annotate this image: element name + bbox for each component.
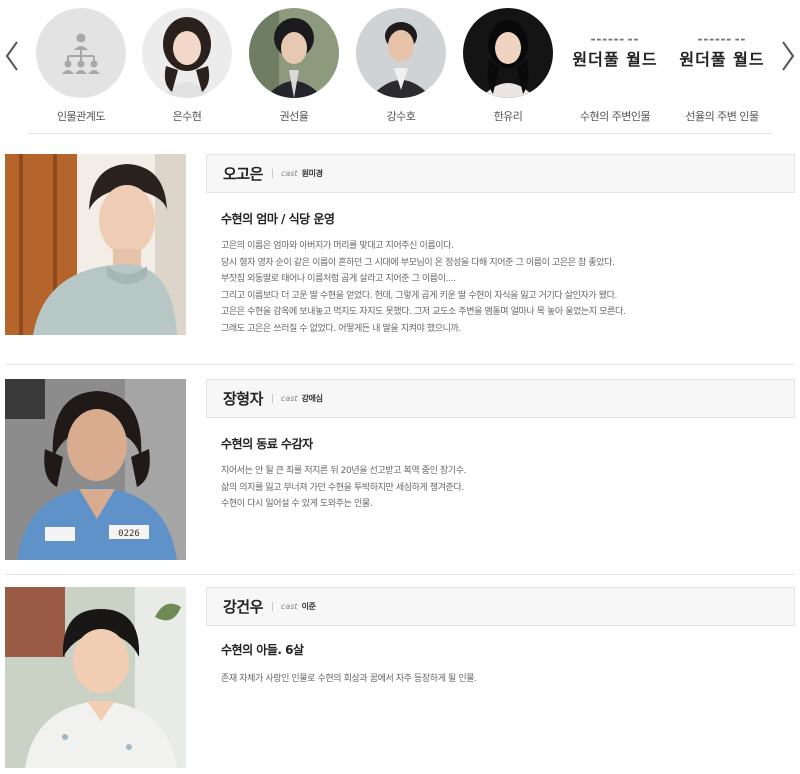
carousel-label: 선율의 주변 인물	[685, 110, 759, 123]
carousel-item-suhyeon-people[interactable]: ▬▬▬▬▬▬ ▬▬ 원더풀 월드 수현의 주변인물	[562, 8, 668, 124]
show-logo: ▬▬▬▬▬▬ ▬▬ 원더풀 월드	[679, 36, 765, 69]
character-role: 수현의 엄마 / 식당 운영	[221, 212, 335, 226]
carousel-label: 수현의 주변인물	[579, 110, 651, 123]
character-description: 고은의 이름은 엄마와 아버지가 머리를 맞대고 지어주신 이름이다. 당시 형…	[221, 241, 626, 334]
character-name: 장형자	[223, 390, 263, 408]
character-carousel: 인물관계도 은수현 권선율 강수호 한유리 ▬▬▬▬▬▬ ▬▬ 원더풀 월드 수…	[0, 0, 800, 135]
character-description: 지어서는 안 될 큰 죄를 저지른 뒤 20년을 선고받고 복역 중인 장기수.…	[221, 466, 467, 509]
separator: |	[270, 168, 274, 179]
avatar	[463, 8, 553, 98]
character-photo: 0226	[5, 379, 186, 560]
character-name-bar: 오고은 | cast 원미경	[206, 154, 795, 193]
divider	[28, 133, 772, 134]
character-photo	[5, 587, 186, 768]
cast-label: cast	[280, 394, 298, 403]
character-name: 강건우	[223, 598, 263, 616]
cast-name: 이준	[301, 602, 316, 611]
avatar	[249, 8, 339, 98]
carousel-item-kang-suho[interactable]: 강수호	[348, 8, 454, 124]
separator: |	[270, 601, 274, 612]
show-logo: ▬▬▬▬▬▬ ▬▬ 원더풀 월드	[572, 36, 658, 69]
cast-name: 강애심	[301, 394, 323, 403]
carousel-item-kwon-seonyul[interactable]: 권선율	[241, 8, 347, 124]
carousel-label: 한유리	[493, 110, 523, 123]
avatar	[142, 8, 232, 98]
carousel-label: 권선율	[279, 110, 309, 123]
separator: |	[270, 393, 274, 404]
character-name: 오고은	[223, 165, 263, 183]
chevron-right-icon[interactable]	[778, 38, 798, 74]
cast-label: cast	[280, 602, 298, 611]
carousel-item-han-yuri[interactable]: 한유리	[455, 8, 561, 124]
carousel-label: 은수현	[172, 110, 202, 123]
carousel-item-seonyul-people[interactable]: ▬▬▬▬▬▬ ▬▬ 원더풀 월드 선율의 주변 인물	[669, 8, 775, 124]
divider	[5, 364, 795, 365]
org-chart-icon	[36, 8, 126, 98]
character-name-bar: 강건우 | cast 이준	[206, 587, 795, 626]
character-role: 수현의 동료 수감자	[221, 437, 313, 451]
character-role: 수현의 아들. 6살	[221, 643, 304, 657]
carousel-label: 인물관계도	[56, 110, 106, 123]
cast-label: cast	[280, 169, 298, 178]
character-description: 존재 자체가 사랑인 인물로 수현의 회상과 꿈에서 자주 등장하게 될 인물.	[221, 674, 477, 684]
chevron-left-icon[interactable]	[2, 38, 22, 74]
character-name-bar: 장형자 | cast 강애심	[206, 379, 795, 418]
character-photo	[5, 154, 186, 335]
carousel-label: 강수호	[386, 110, 416, 123]
svg-text:0226: 0226	[118, 529, 140, 539]
relationship-chart-thumb	[36, 8, 126, 98]
divider	[5, 574, 795, 575]
cast-name: 원미경	[301, 169, 323, 178]
avatar	[356, 8, 446, 98]
carousel-item-eun-suhyeon[interactable]: 은수현	[134, 8, 240, 124]
carousel-item-relationship-chart[interactable]: 인물관계도	[28, 8, 134, 124]
